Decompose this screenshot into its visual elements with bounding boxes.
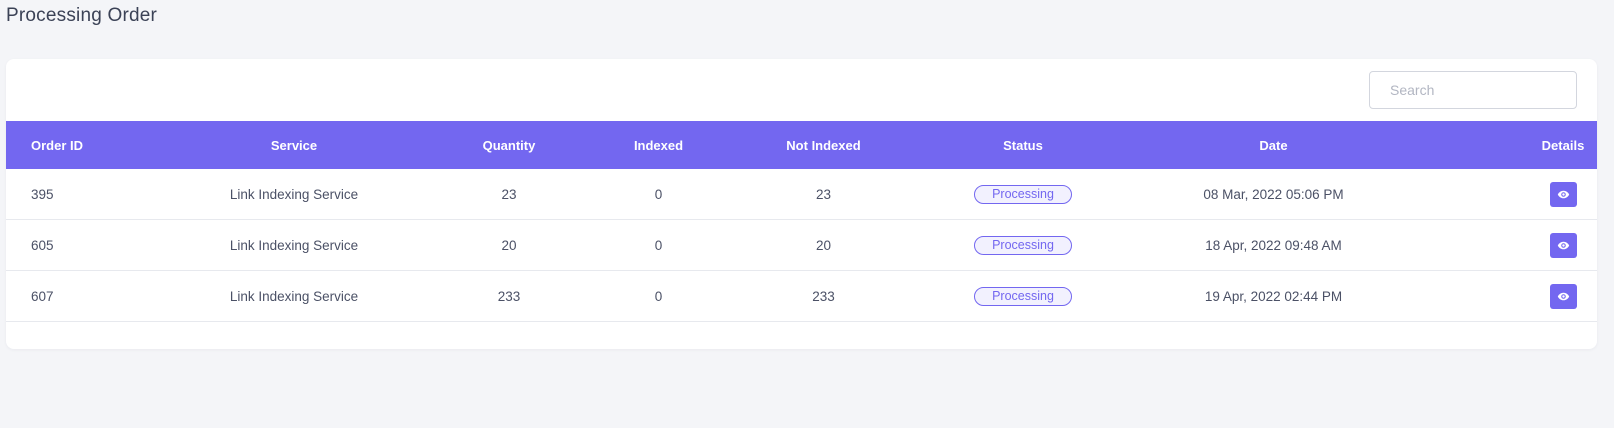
- cell-indexed: 0: [616, 169, 701, 220]
- table-row: 395 Link Indexing Service 23 0 23 Proces…: [6, 169, 1597, 220]
- search-box: [1369, 71, 1577, 109]
- cell-order-id: 395: [6, 169, 186, 220]
- cell-service: Link Indexing Service: [186, 219, 402, 271]
- cell-date: 18 Apr, 2022 09:48 AM: [1100, 219, 1447, 271]
- cell-details: [1447, 270, 1597, 322]
- status-badge: Processing: [974, 286, 1072, 306]
- cell-status: Processing: [946, 219, 1100, 271]
- cell-not-indexed: 20: [701, 219, 946, 271]
- eye-icon: [1557, 241, 1569, 249]
- header-not-indexed[interactable]: Not Indexed: [701, 121, 946, 169]
- header-details-label: Details: [1541, 137, 1585, 153]
- view-details-button[interactable]: [1549, 181, 1577, 207]
- cell-details: [1447, 219, 1597, 271]
- header-date[interactable]: Date: [1100, 121, 1447, 169]
- cell-not-indexed: 233: [701, 270, 946, 322]
- cell-service: Link Indexing Service: [186, 169, 402, 220]
- cell-quantity: 23: [402, 169, 616, 220]
- orders-card: Order ID Service Quantity Indexed Not In…: [6, 59, 1597, 349]
- header-indexed[interactable]: Indexed: [616, 121, 701, 169]
- view-details-button[interactable]: [1549, 283, 1577, 309]
- cell-status: Processing: [946, 169, 1100, 220]
- orders-table: Order ID Service Quantity Indexed Not In…: [6, 121, 1597, 322]
- header-quantity[interactable]: Quantity: [402, 121, 616, 169]
- cell-quantity: 20: [402, 219, 616, 271]
- table-row: 605 Link Indexing Service 20 0 20 Proces…: [6, 219, 1597, 271]
- eye-icon: [1557, 190, 1569, 198]
- cell-details: [1447, 169, 1597, 220]
- status-badge: Processing: [974, 184, 1072, 204]
- cell-date: 19 Apr, 2022 02:44 PM: [1100, 270, 1447, 322]
- cell-quantity: 233: [402, 270, 616, 322]
- search-input[interactable]: [1369, 71, 1577, 109]
- status-badge: Processing: [974, 235, 1072, 255]
- cell-status: Processing: [946, 270, 1100, 322]
- page-title: Processing Order: [6, 5, 158, 26]
- cell-not-indexed: 23: [701, 169, 946, 220]
- header-order-id[interactable]: Order ID: [6, 121, 186, 169]
- table-row: 607 Link Indexing Service 233 0 233 Proc…: [6, 270, 1597, 322]
- header-status[interactable]: Status: [946, 121, 1100, 169]
- cell-order-id: 605: [6, 219, 186, 271]
- header-service[interactable]: Service: [186, 121, 402, 169]
- cell-indexed: 0: [616, 219, 701, 271]
- eye-icon: [1557, 292, 1569, 300]
- cell-date: 08 Mar, 2022 05:06 PM: [1100, 169, 1447, 220]
- cell-order-id: 607: [6, 270, 186, 322]
- table-header-row: Order ID Service Quantity Indexed Not In…: [6, 121, 1597, 169]
- header-details[interactable]: Details: [1447, 121, 1597, 169]
- cell-service: Link Indexing Service: [186, 270, 402, 322]
- view-details-button[interactable]: [1549, 232, 1577, 258]
- cell-indexed: 0: [616, 270, 701, 322]
